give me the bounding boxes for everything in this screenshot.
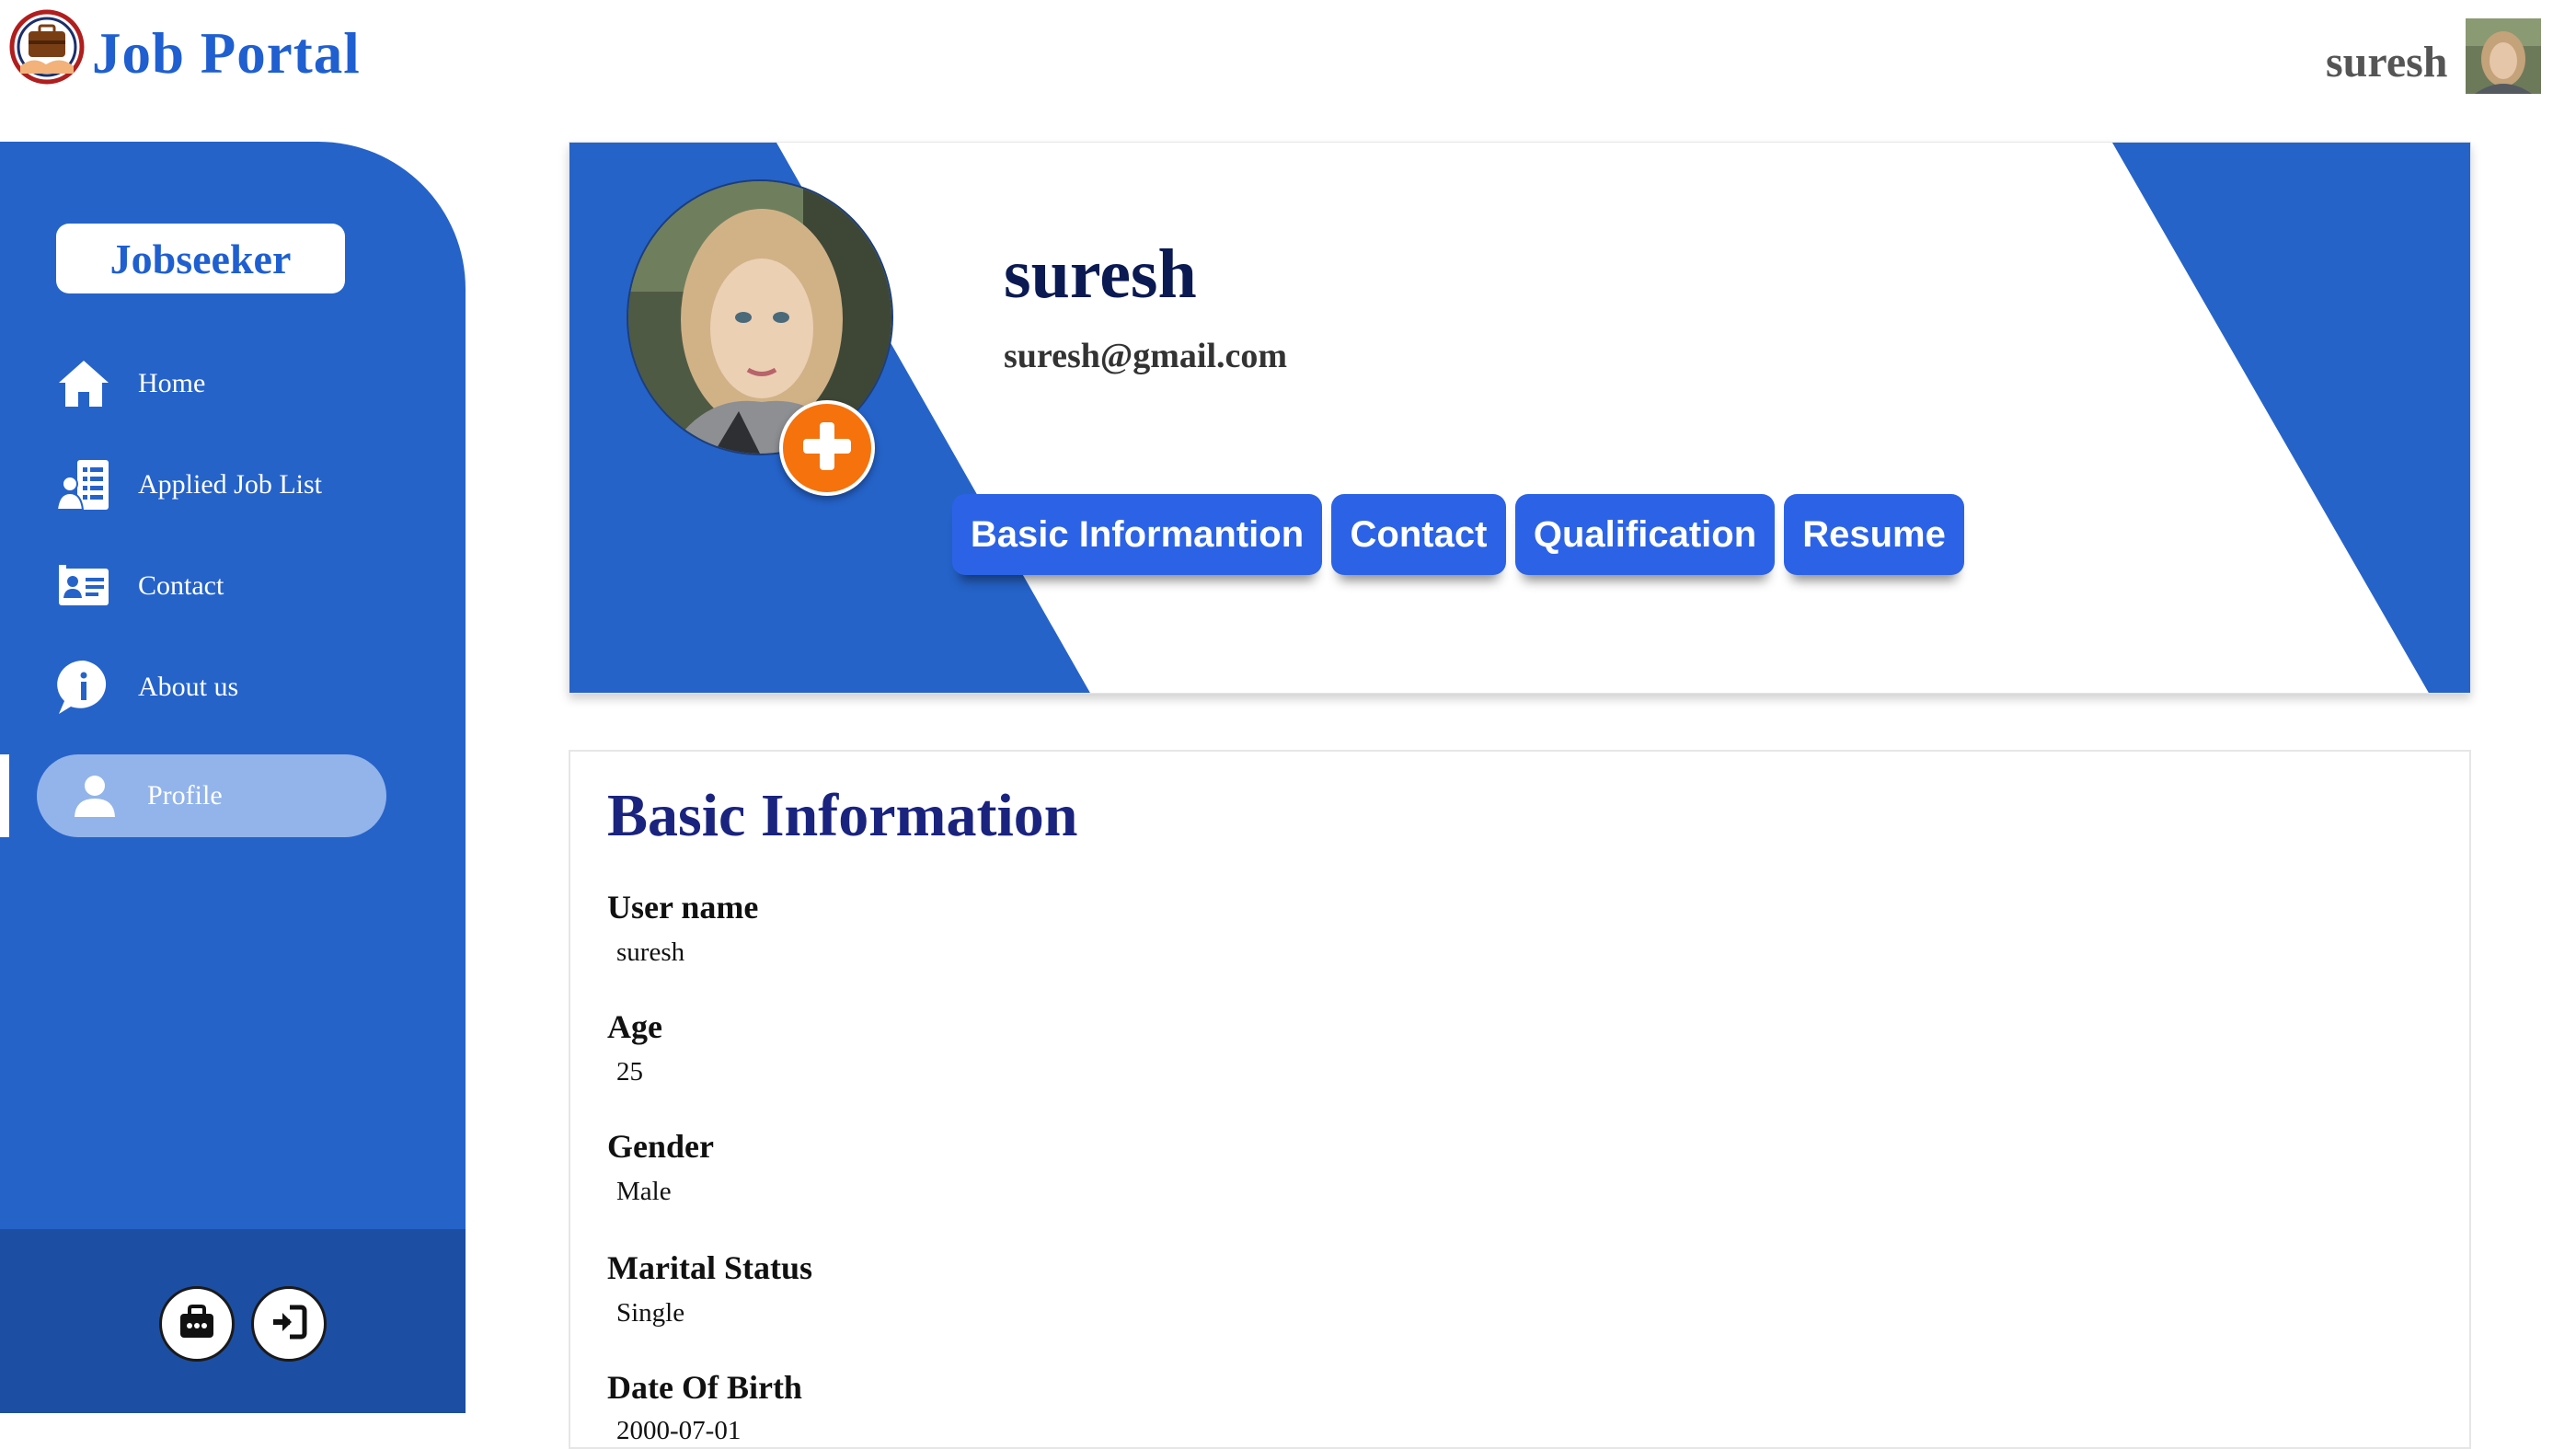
- sidebar: Jobseeker Home Applied Job List Contact …: [0, 142, 466, 1413]
- sidebar-item-profile[interactable]: Profile: [0, 754, 466, 837]
- header-user-name[interactable]: suresh: [2326, 37, 2448, 87]
- sidebar-item-home[interactable]: Home: [0, 342, 466, 425]
- briefcase-lock-icon: [178, 1304, 215, 1344]
- contact-card-icon: [55, 558, 112, 615]
- logout-icon: [270, 1304, 308, 1345]
- home-icon: [55, 355, 112, 412]
- field-value-age: 25: [616, 1057, 643, 1087]
- top-header: Job Portal suresh: [0, 0, 2576, 138]
- tab-contact[interactable]: Contact: [1331, 494, 1506, 575]
- sidebar-item-label: Home: [138, 368, 206, 398]
- header-avatar[interactable]: [2466, 18, 2541, 94]
- sidebar-item-label: About us: [138, 672, 239, 702]
- field-label-date-of-birth: Date Of Birth: [607, 1369, 802, 1406]
- profile-card: suresh suresh@gmail.com Basic Informanti…: [569, 142, 2471, 694]
- field-label-age: Age: [607, 1008, 662, 1045]
- sidebar-item-label: Contact: [138, 570, 224, 601]
- basic-information-card: Basic Information User name suresh Age 2…: [569, 750, 2471, 1449]
- applied-job-list-icon: [55, 456, 112, 513]
- section-title: Basic Information: [607, 782, 1078, 849]
- logout-button[interactable]: [251, 1286, 327, 1362]
- profile-name: suresh: [1004, 236, 1197, 313]
- field-value-marital-status: Single: [616, 1298, 685, 1328]
- sidebar-item-label: Applied Job List: [138, 469, 322, 500]
- info-icon: [55, 659, 112, 716]
- sidebar-item-about-us[interactable]: About us: [0, 646, 466, 729]
- sidebar-item-label: Profile: [147, 780, 223, 811]
- add-photo-button[interactable]: [779, 400, 875, 496]
- tab-resume[interactable]: Resume: [1784, 494, 1964, 575]
- field-label-marital-status: Marital Status: [607, 1249, 812, 1286]
- plus-icon: [799, 419, 855, 478]
- profile-email: suresh@gmail.com: [1004, 337, 1288, 375]
- tab-basic-information[interactable]: Basic Informantion: [952, 494, 1322, 575]
- briefcase-lock-button[interactable]: [159, 1286, 235, 1362]
- field-value-gender: Male: [616, 1177, 672, 1206]
- sidebar-item-contact[interactable]: Contact: [0, 545, 466, 627]
- sidebar-item-applied-job-list[interactable]: Applied Job List: [0, 443, 466, 526]
- role-badge: Jobseeker: [56, 224, 345, 293]
- field-value-user-name: suresh: [616, 937, 685, 967]
- user-icon: [66, 767, 123, 824]
- tab-qualification[interactable]: Qualification: [1515, 494, 1775, 575]
- job-portal-logo-icon[interactable]: [9, 9, 85, 85]
- field-label-gender: Gender: [607, 1128, 714, 1165]
- field-label-user-name: User name: [607, 889, 759, 926]
- brand-title[interactable]: Job Portal: [92, 20, 361, 87]
- field-value-date-of-birth: 2000-07-01: [616, 1416, 742, 1445]
